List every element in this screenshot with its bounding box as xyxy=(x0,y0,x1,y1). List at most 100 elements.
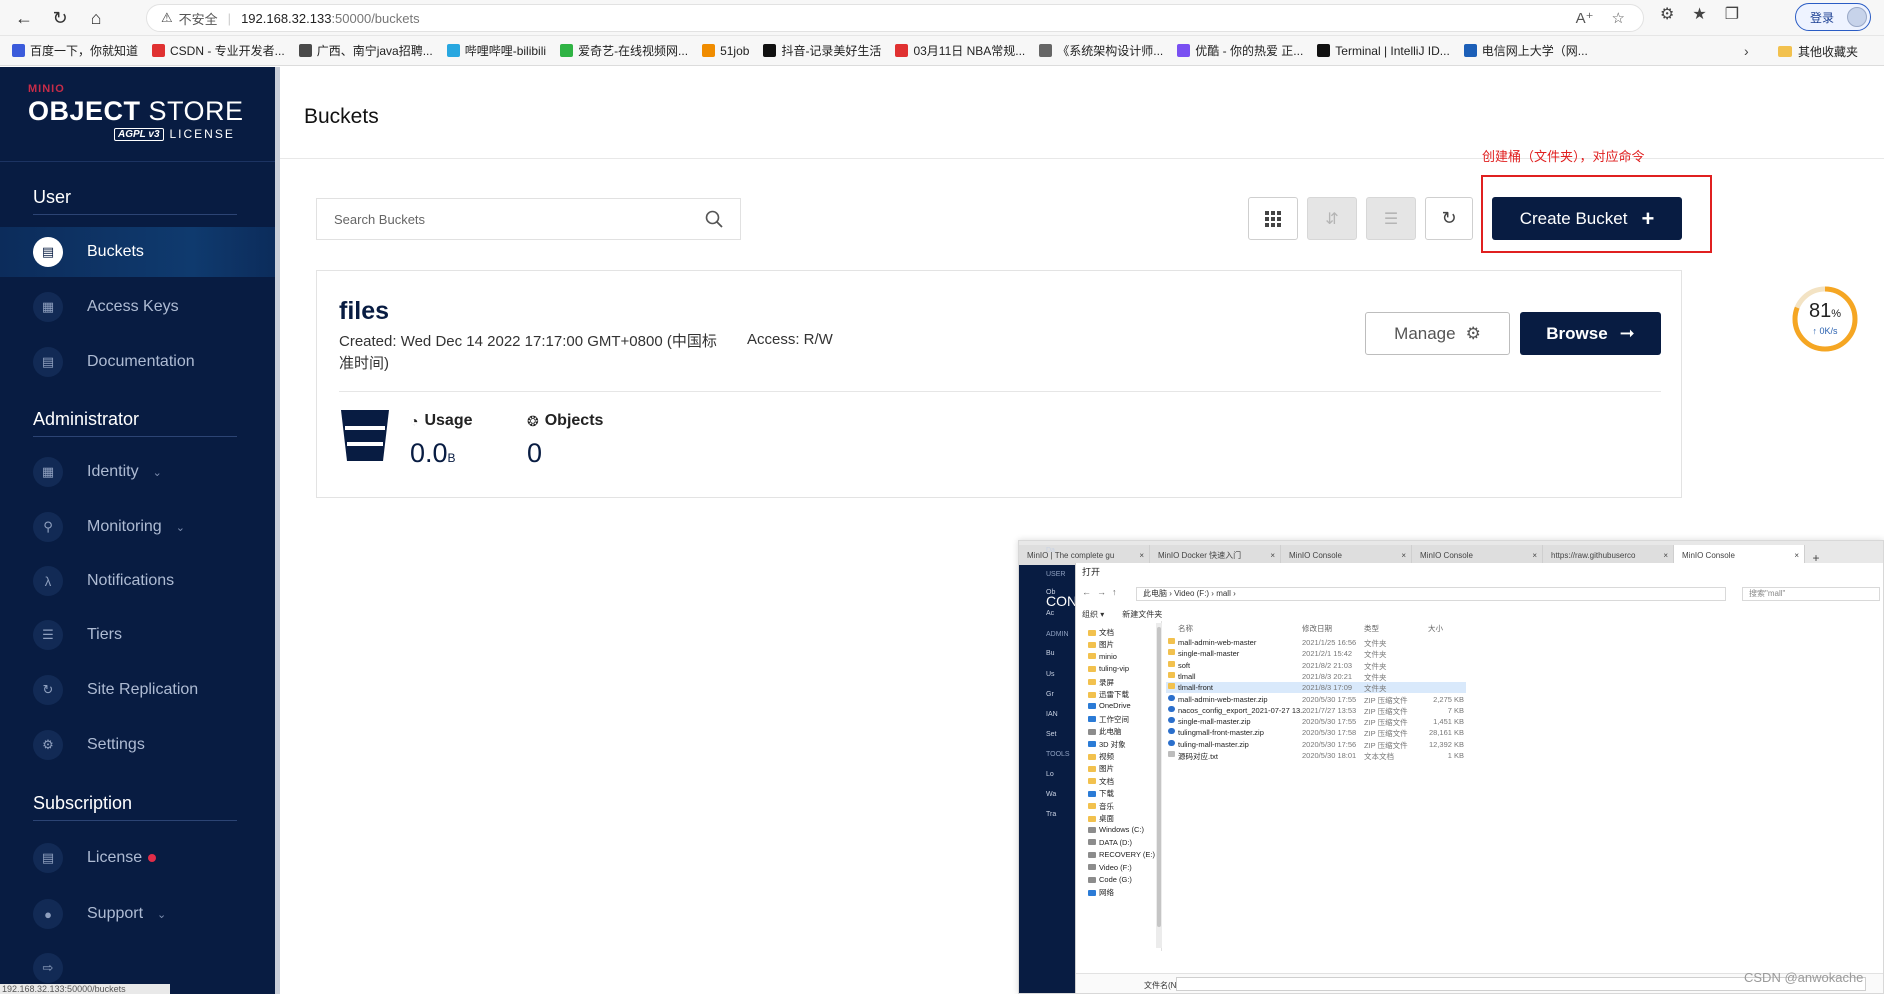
address-bar[interactable]: ⚠ 不安全 | 192.168.32.133 :50000/buckets A⁺… xyxy=(146,4,1644,32)
tree-item[interactable]: Code (G:) xyxy=(1088,875,1132,884)
overlay-sidebar-item[interactable]: Ac xyxy=(1046,610,1054,617)
close-icon[interactable]: × xyxy=(1794,551,1799,560)
bucket-name[interactable]: files xyxy=(339,297,389,326)
tree-item[interactable]: 桌面 xyxy=(1088,813,1114,824)
tree-item[interactable]: 录屏 xyxy=(1088,677,1114,688)
tree-item[interactable]: tuling-vip xyxy=(1088,664,1129,673)
tree-scrollbar-thumb[interactable] xyxy=(1157,627,1161,927)
chevron-right-icon[interactable]: › xyxy=(1744,36,1749,66)
extensions-icon[interactable]: ⚙ xyxy=(1660,4,1674,24)
lifecycle-button[interactable]: ☰ xyxy=(1366,197,1416,240)
manage-button[interactable]: Manage ⚙ xyxy=(1365,312,1510,355)
bookmark-item[interactable]: 03月11日 NBA常规... xyxy=(895,42,1025,59)
tree-item[interactable]: 此电脑 xyxy=(1088,726,1122,737)
sidebar-item-identity[interactable]: ▦ Identity ⌄ xyxy=(0,447,275,497)
new-folder-button[interactable]: 新建文件夹 xyxy=(1122,609,1162,620)
dialog-search[interactable]: 搜索"mall" xyxy=(1742,587,1880,601)
sidebar-item-notifications[interactable]: λ Notifications xyxy=(0,556,275,606)
grid-view-button[interactable] xyxy=(1248,197,1298,240)
bookmark-item[interactable]: 优酷 - 你的热爱 正... xyxy=(1177,42,1303,59)
overlay-sidebar-item[interactable]: Bu xyxy=(1046,650,1055,657)
file-row[interactable]: tulingmall-front-master.zip 2020/5/30 17:… xyxy=(1166,727,1466,738)
overlay-sidebar-item[interactable]: Gr xyxy=(1046,691,1054,698)
bucket-card[interactable]: files Created: Wed Dec 14 2022 17:17:00 … xyxy=(316,270,1682,498)
other-bookmarks[interactable]: 其他收藏夹 xyxy=(1778,36,1858,66)
bookmark-item[interactable]: 百度一下，你就知道 xyxy=(12,42,138,59)
dialog-nav-arrows[interactable]: ←→↑ xyxy=(1082,587,1123,597)
file-row[interactable]: mall-admin-web-master 2021/1/25 16:56 文件夹 xyxy=(1166,637,1466,648)
file-row[interactable]: tlmall-front 2021/8/3 17:09 文件夹 xyxy=(1166,682,1466,694)
dialog-path[interactable]: 此电脑 › Video (F:) › mall › xyxy=(1136,587,1726,601)
tree-item[interactable]: 下载 xyxy=(1088,788,1114,799)
close-icon[interactable]: × xyxy=(1401,551,1406,560)
file-row[interactable]: tlmall 2021/8/3 20:21 文件夹 xyxy=(1166,671,1466,682)
col-size[interactable]: 大小 xyxy=(1428,623,1443,634)
overlay-tab[interactable]: MinIO Docker 快速入门 × xyxy=(1150,545,1281,565)
bookmark-item[interactable]: CSDN - 专业开发者... xyxy=(152,42,285,59)
close-icon[interactable]: × xyxy=(1139,551,1144,560)
file-row[interactable]: tuling-mall-master.zip 2020/5/30 17:56 ZIP… xyxy=(1166,739,1466,750)
overlay-tab[interactable]: MinIO Console × xyxy=(1674,545,1805,565)
bookmark-item[interactable]: 抖音-记录美好生活 xyxy=(763,42,881,59)
tree-item[interactable]: 视频 xyxy=(1088,751,1114,762)
overlay-sidebar-item[interactable]: Us xyxy=(1046,671,1055,678)
overlay-sidebar-item[interactable]: Lo xyxy=(1046,771,1054,778)
tree-item[interactable]: DATA (D:) xyxy=(1088,838,1132,847)
back-icon[interactable]: ← xyxy=(12,6,36,30)
file-row[interactable]: nacos_config_export_2021-07-27 13... 2021… xyxy=(1166,705,1466,716)
tree-item[interactable]: 文档 xyxy=(1088,776,1114,787)
bookmark-item[interactable]: 哔哩哔哩-bilibili xyxy=(446,42,546,59)
collections-icon[interactable]: ❐ xyxy=(1725,4,1739,24)
bookmark-item[interactable]: 51job xyxy=(702,44,749,58)
read-aloud-icon[interactable]: A⁺ xyxy=(1576,9,1594,27)
replication-button[interactable]: ⇵ xyxy=(1307,197,1357,240)
sidebar-item-tiers[interactable]: ☰ Tiers xyxy=(0,610,275,660)
file-row[interactable]: single-mall-master 2021/2/1 15:42 文件夹 xyxy=(1166,648,1466,659)
sidebar-item-settings[interactable]: ⚙ Settings xyxy=(0,720,275,770)
tree-item[interactable]: minio xyxy=(1088,652,1117,661)
bookmark-item[interactable]: 电信网上大学（网... xyxy=(1463,42,1588,59)
tree-item[interactable]: 工作空间 xyxy=(1088,714,1129,725)
reload-icon[interactable]: ↻ xyxy=(48,6,72,30)
file-row[interactable]: mall-admin-web-master.zip 2020/5/30 17:55… xyxy=(1166,694,1466,705)
file-row[interactable]: 源码对应.txt 2020/5/30 18:01 文本文档 1 KB xyxy=(1166,750,1466,761)
bookmark-item[interactable]: Terminal | IntelliJ ID... xyxy=(1317,44,1450,58)
close-icon[interactable]: × xyxy=(1270,551,1275,560)
overlay-tab[interactable]: MinIO Console × xyxy=(1281,545,1412,565)
tree-item[interactable]: OneDrive xyxy=(1088,701,1131,710)
overlay-sidebar-item[interactable]: Ob xyxy=(1046,589,1055,596)
tree-item[interactable]: 图片 xyxy=(1088,763,1114,774)
tree-item[interactable]: RECOVERY (E:) xyxy=(1088,850,1155,859)
col-name[interactable]: 名称 xyxy=(1178,623,1193,634)
overlay-sidebar-item[interactable]: Tra xyxy=(1046,811,1056,818)
tree-item[interactable]: Video (F:) xyxy=(1088,863,1132,872)
sidebar-item-buckets[interactable]: ▤ Buckets xyxy=(0,227,275,277)
favorite-star-icon[interactable]: ☆ xyxy=(1612,9,1625,27)
file-row[interactable]: soft 2021/8/2 21:03 文件夹 xyxy=(1166,660,1466,671)
favorites-icon[interactable]: ★ xyxy=(1692,4,1706,24)
overlay-tab[interactable]: MinIO | The complete gu × xyxy=(1019,545,1150,565)
overlay-sidebar-item[interactable]: IAN xyxy=(1046,711,1058,718)
overlay-tab[interactable]: https://raw.githubuserco × xyxy=(1543,545,1674,565)
col-date[interactable]: 修改日期 xyxy=(1302,623,1332,634)
login-button[interactable]: 登录 xyxy=(1795,3,1871,31)
sidebar-scrollbar[interactable] xyxy=(275,67,280,994)
search-icon[interactable] xyxy=(704,209,724,229)
bookmark-item[interactable]: 《系统架构设计师... xyxy=(1039,42,1163,59)
home-icon[interactable]: ⌂ xyxy=(84,6,108,30)
refresh-button[interactable]: ↻ xyxy=(1425,197,1473,240)
bookmark-item[interactable]: 爱奇艺-在线视频网... xyxy=(560,42,688,59)
tree-item[interactable]: 网络 xyxy=(1088,887,1114,898)
overlay-sidebar-item[interactable]: Set xyxy=(1046,731,1057,738)
sidebar-item-monitoring[interactable]: ⚲ Monitoring ⌄ xyxy=(0,502,275,552)
tree-item[interactable]: Windows (C:) xyxy=(1088,825,1144,834)
organize-button[interactable]: 组织 ▾ xyxy=(1082,609,1104,620)
overlay-sidebar-item[interactable]: Da xyxy=(1046,547,1055,554)
tree-item[interactable]: 迅雷下载 xyxy=(1088,689,1129,700)
browse-button[interactable]: Browse ➞ xyxy=(1520,312,1661,355)
sidebar-item-support[interactable]: ● Support ⌄ xyxy=(0,889,275,939)
sidebar-item-documentation[interactable]: ▤ Documentation xyxy=(0,337,275,387)
create-bucket-button[interactable]: Create Bucket + xyxy=(1492,197,1682,240)
sidebar-item-access-keys[interactable]: ▦ Access Keys xyxy=(0,282,275,332)
tree-item[interactable]: 3D 对象 xyxy=(1088,739,1126,750)
